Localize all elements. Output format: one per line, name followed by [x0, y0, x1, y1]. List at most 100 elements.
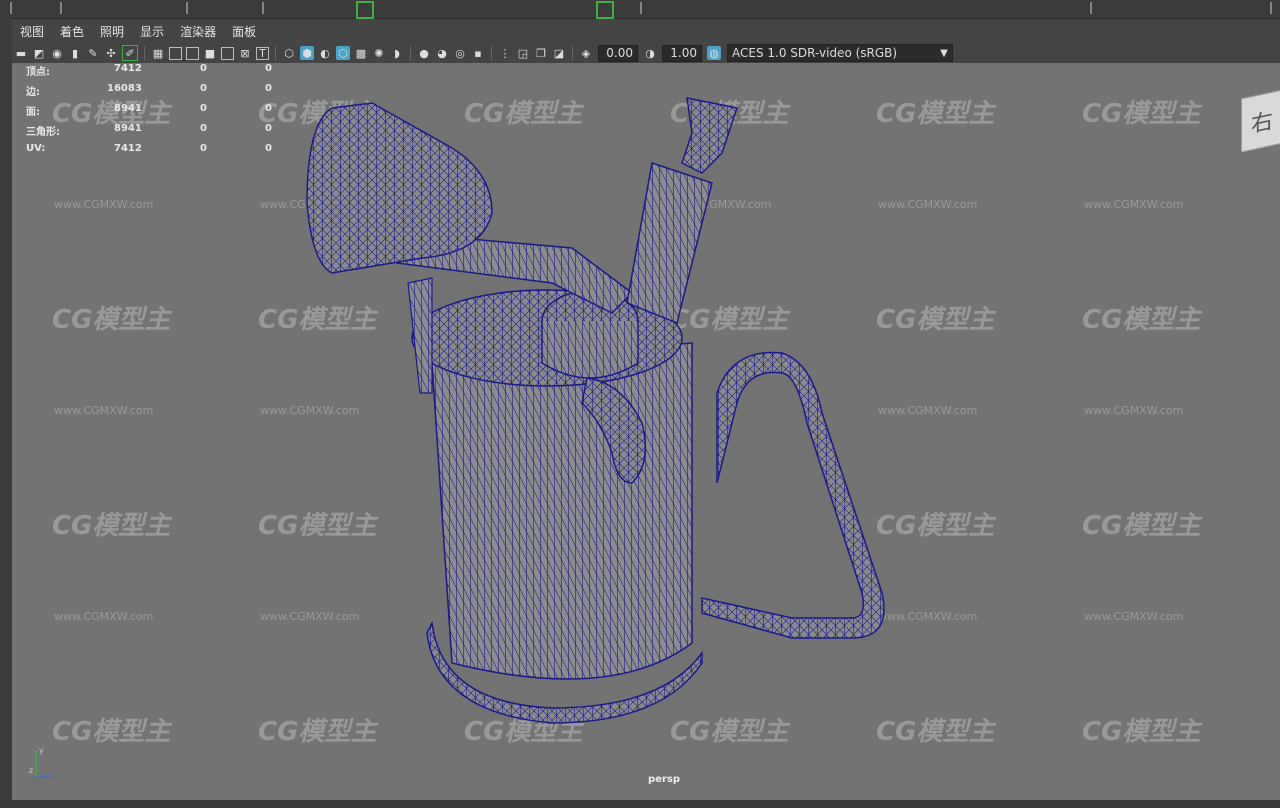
shelf-icon[interactable]: [640, 2, 642, 14]
hud-selected: 0: [265, 103, 272, 114]
hud-selected: 0: [265, 63, 272, 74]
safe-action-icon[interactable]: ⊠: [238, 46, 252, 60]
hud-row: 顶点: 7412 0 0: [26, 63, 286, 83]
hud-selected: 0: [200, 123, 207, 134]
snap-icon[interactable]: [356, 1, 374, 19]
depth-of-field-icon[interactable]: ▪: [471, 46, 485, 60]
hud-selected: 0: [200, 63, 207, 74]
filler-cap-side: [541, 321, 639, 379]
menu-shading[interactable]: 着色: [60, 23, 84, 40]
burner-head: [306, 102, 493, 274]
hud-label: 面:: [26, 107, 40, 118]
use-all-lights-icon[interactable]: ✺: [372, 46, 386, 60]
separator: [491, 46, 492, 60]
timeline-ruler[interactable]: [0, 800, 1280, 808]
camera-select-icon[interactable]: ▬: [14, 46, 28, 60]
tank-handle: [701, 351, 885, 639]
camera-name-label: persp: [648, 774, 680, 785]
hud-row: 三角形: 8941 0 0: [26, 123, 286, 143]
xray-icon[interactable]: ▩: [354, 46, 368, 60]
2d-pan-zoom-icon[interactable]: ✣: [104, 46, 118, 60]
exposure-field[interactable]: 0.00: [598, 44, 638, 62]
grid-icon[interactable]: ▦: [151, 46, 165, 60]
smooth-shade-icon[interactable]: ⬢: [300, 46, 314, 60]
shadows-icon[interactable]: ◗: [390, 46, 404, 60]
xray-active-icon[interactable]: ❐: [534, 46, 548, 60]
isolate-select-icon[interactable]: ⋮: [498, 46, 512, 60]
separator: [275, 46, 276, 60]
hud-value: 8941: [114, 123, 142, 134]
hud-selected: 0: [200, 103, 207, 114]
hud-selected: 0: [265, 143, 272, 154]
exposure-icon[interactable]: ◈: [579, 46, 593, 60]
blowtorch-model-wireframe[interactable]: [12, 63, 1280, 800]
shelf-icon[interactable]: [262, 2, 264, 14]
hud-selected: 0: [200, 143, 207, 154]
hud-value: 7412: [114, 143, 142, 154]
shelf-icon[interactable]: [1090, 2, 1092, 14]
menu-show[interactable]: 显示: [140, 23, 164, 40]
axis-gizmo-icon: y z: [29, 746, 52, 778]
color-space-value: ACES 1.0 SDR-video (sRGB): [732, 46, 898, 60]
motion-blur-icon[interactable]: ◕: [435, 46, 449, 60]
panel-toolbar: ▬ ◩ ◉ ▮ ✎ ✣ ✐ ▦ ■ ⊠ T ⬡ ⬢ ◐ ⬡ ▩ ✺ ◗ ● ◕ …: [12, 43, 1280, 63]
menu-panels[interactable]: 面板: [232, 23, 256, 40]
shelf-icon[interactable]: [60, 2, 62, 14]
axis-z-label: z: [29, 766, 33, 775]
hud-row: UV: 7412 0 0: [26, 143, 286, 163]
camera-attributes-icon[interactable]: ◩: [32, 46, 46, 60]
hud-selected: 0: [200, 83, 207, 94]
chevron-down-icon: ▼: [940, 47, 948, 59]
wireframe-icon[interactable]: ⬡: [282, 46, 296, 60]
shelf-icon[interactable]: [10, 2, 12, 14]
separator: [572, 46, 573, 60]
wireframe-on-shaded-icon[interactable]: ⬡: [336, 46, 350, 60]
menu-renderer[interactable]: 渲染器: [180, 23, 216, 40]
view-cube[interactable]: 右: [1241, 89, 1280, 153]
view-cube-face-label: 右: [1250, 108, 1273, 139]
separator: [144, 46, 145, 60]
menu-view[interactable]: 视图: [20, 23, 44, 40]
axis-y-label: y: [39, 746, 44, 755]
pencil-active-icon[interactable]: ✐: [122, 45, 138, 61]
separator: [410, 46, 411, 60]
hud-label: 边:: [26, 87, 40, 98]
default-material-icon[interactable]: ◐: [318, 46, 332, 60]
pump-tube: [626, 162, 713, 325]
hud-value: 7412: [114, 63, 142, 74]
grease-pencil-icon[interactable]: ✎: [86, 46, 100, 60]
hud-label: UV:: [26, 143, 46, 154]
pump-top: [681, 97, 738, 174]
hud-label: 顶点:: [26, 67, 50, 78]
image-plane-icon[interactable]: ▮: [68, 46, 82, 60]
hud-row: 面: 8941 0 0: [26, 103, 286, 123]
field-chart-icon[interactable]: [221, 46, 234, 60]
film-gate-icon[interactable]: [169, 46, 182, 60]
bookmark-icon[interactable]: ◉: [50, 46, 64, 60]
tank-body: [431, 342, 693, 680]
gate-mask-icon[interactable]: ■: [203, 46, 217, 60]
xray-joints-icon[interactable]: ◲: [516, 46, 530, 60]
shelf-icon[interactable]: [186, 2, 188, 14]
hud-label: 三角形:: [26, 127, 60, 138]
anti-aliasing-icon[interactable]: ◎: [453, 46, 467, 60]
hud-value: 8941: [114, 103, 142, 114]
top-shelf-strip: [0, 0, 1280, 19]
hud-selected: 0: [265, 83, 272, 94]
hud-value: 16083: [107, 83, 142, 94]
shelf-icon[interactable]: [1270, 2, 1272, 14]
toggle-hud-icon[interactable]: ◪: [552, 46, 566, 60]
snap-icon[interactable]: [596, 1, 614, 19]
persp-viewport[interactable]: CG模型主 CG模型主 CG模型主 CG模型主 CG模型主 CG模型主 www.…: [12, 63, 1280, 800]
safe-title-icon[interactable]: T: [256, 46, 269, 60]
left-panel-edge: [0, 18, 12, 808]
color-management-icon[interactable]: ◍: [707, 46, 721, 60]
panel-menubar: 视图 着色 照明 显示 渲染器 面板: [12, 19, 1280, 43]
resolution-gate-icon[interactable]: [186, 46, 199, 60]
hud-row: 边: 16083 0 0: [26, 83, 286, 103]
color-space-dropdown[interactable]: ACES 1.0 SDR-video (sRGB) ▼: [727, 44, 953, 62]
menu-lighting[interactable]: 照明: [100, 23, 124, 40]
gamma-field[interactable]: 1.00: [662, 44, 702, 62]
ambient-occlusion-icon[interactable]: ●: [417, 46, 431, 60]
gamma-icon[interactable]: ◑: [643, 46, 657, 60]
